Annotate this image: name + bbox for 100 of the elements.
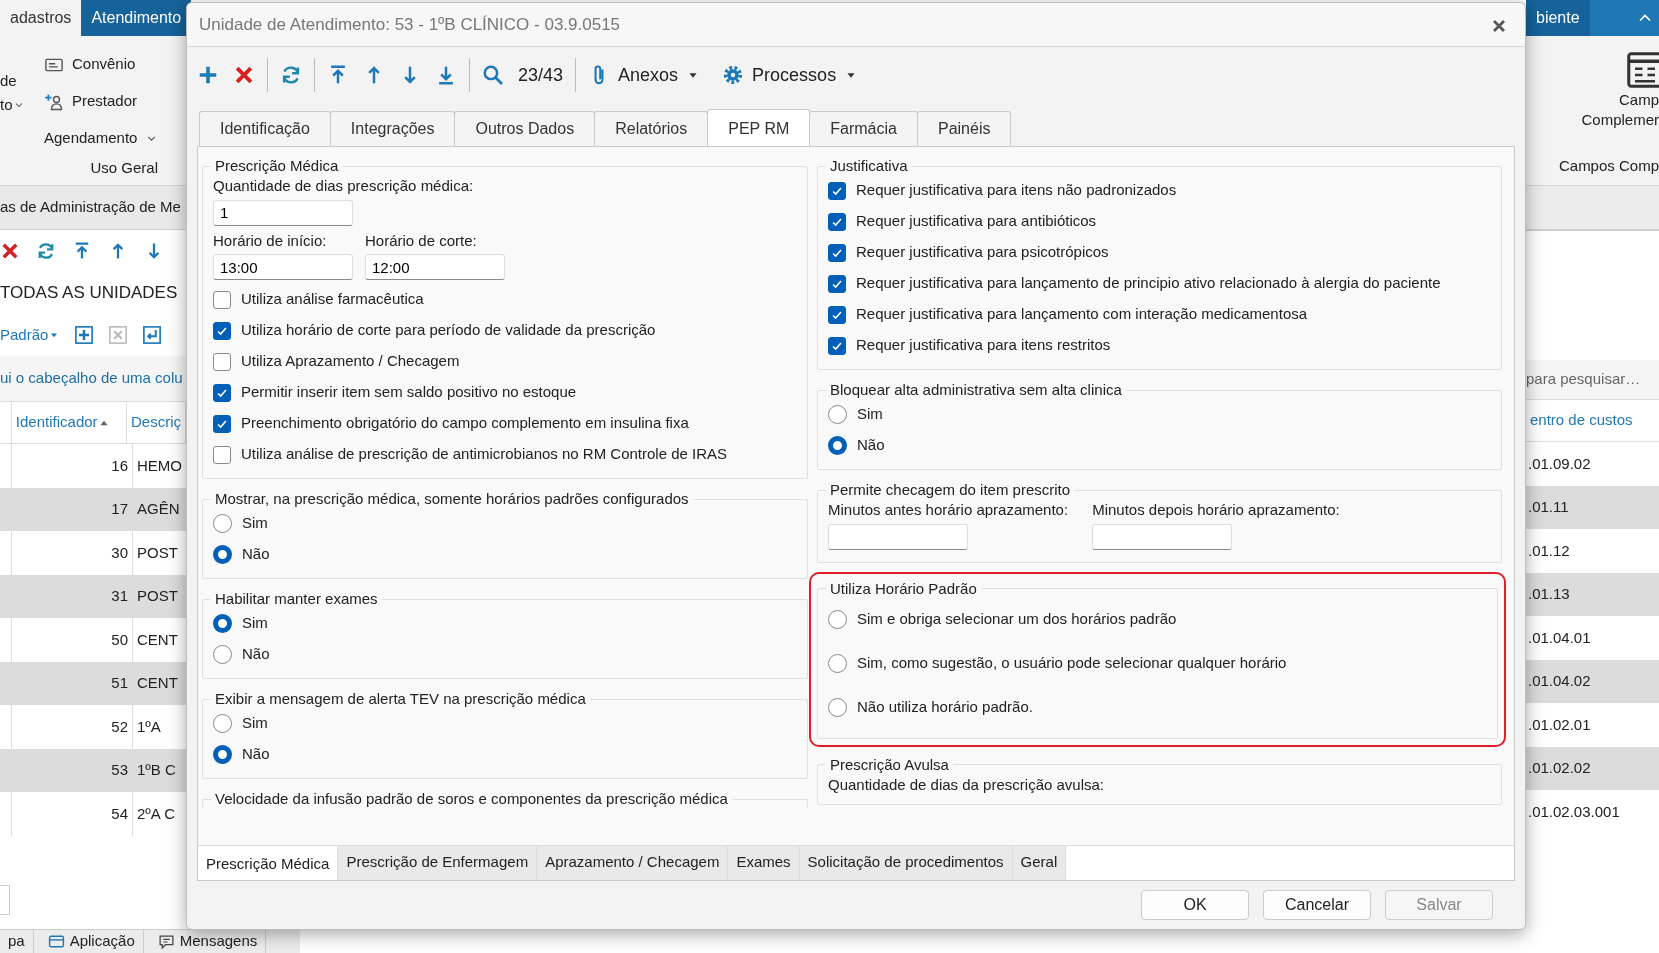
group-title: Exibir a mensagem de alerta TEV na prescrição médica [214, 690, 587, 708]
ribbon-button[interactable]: Agendamento [44, 127, 138, 150]
tab[interactable]: Exames [728, 845, 800, 880]
layout-menu[interactable]: Padrão [0, 323, 61, 347]
checkbox-label: Requer justificativa para psicotrópicos [856, 242, 1109, 263]
menu-button[interactable]: Processos [716, 57, 865, 93]
ribbon-tab[interactable]: biente [1526, 0, 1590, 36]
ribbon-tab[interactable]: Atendimento [81, 0, 192, 36]
table-cell-text: AGÊN [136, 499, 181, 519]
group-title: Permite checagem do item prescrito [829, 481, 1072, 499]
input-field[interactable] [828, 523, 968, 550]
checkbox[interactable] [828, 305, 846, 324]
group-title: Prescrição Avulsa [829, 755, 950, 774]
checkbox[interactable] [213, 414, 231, 433]
search-field[interactable]: para pesquisar… [1526, 360, 1659, 400]
checkbox[interactable] [213, 383, 231, 402]
menu-button[interactable]: Anexos [582, 57, 707, 93]
checkbox[interactable] [828, 243, 846, 262]
tab[interactable]: Aprazamento / Checagem [537, 845, 729, 880]
checkbox[interactable] [213, 445, 231, 464]
field-label: Minutos antes horário aprazamento: [828, 500, 1069, 520]
input-field[interactable]: 13:00 [213, 254, 353, 280]
export-icon[interactable] [142, 325, 163, 345]
table-cell: 54 [12, 792, 133, 836]
checkbox[interactable] [828, 336, 846, 355]
group-title: Prescrição Médica [214, 157, 340, 175]
ribbon-group-label: Uso Geral [90, 159, 158, 176]
input-field[interactable] [0, 885, 10, 915]
refresh-icon[interactable] [36, 241, 56, 261]
radio-button[interactable] [213, 514, 232, 533]
status-item[interactable]: pa [0, 930, 34, 953]
radio-button[interactable] [828, 654, 847, 673]
radio-button[interactable] [828, 405, 847, 424]
radio-button[interactable] [213, 545, 232, 564]
table-cell-text: .01.12 [1527, 540, 1571, 561]
cancel-button[interactable]: Cancelar [1263, 890, 1371, 920]
field-label: Minutos depois horário aprazamento: [1092, 500, 1340, 520]
ok-button[interactable]: OK [1141, 890, 1249, 920]
radio-button[interactable] [213, 714, 232, 733]
field-label: Horário de corte: [365, 230, 478, 251]
checkbox-label: Permitir inserir item sem saldo positivo no estoque [241, 382, 577, 403]
checkbox[interactable] [828, 181, 846, 200]
window-title: Unidade de Atendimento: 53 - 1ºB CLÍNICO - 03.9.0515 [199, 13, 621, 36]
field-label: Quantidade de dias prescrição médica: [213, 176, 474, 196]
window-icon [47, 933, 65, 950]
checkbox-label: Utiliza análise de prescrição de antimicrobianos no RM Controle de IRAS [241, 444, 728, 465]
add-row-icon[interactable] [74, 325, 95, 345]
checkbox[interactable] [828, 274, 846, 293]
radio-label: Sim [242, 713, 268, 734]
radio-button[interactable] [828, 610, 847, 629]
input-field[interactable] [1092, 523, 1233, 550]
group-by-hint: ui o cabeçalho de uma colu [0, 368, 183, 389]
table-cell: 52 [12, 705, 133, 749]
table-cell-text: CENT [136, 629, 179, 650]
tab[interactable]: PEP RM [707, 109, 811, 146]
ribbon-button[interactable]: Prestador [72, 90, 138, 113]
radio-button[interactable] [213, 645, 232, 664]
table-cell: 50 [12, 618, 133, 662]
radio-button[interactable] [213, 614, 232, 633]
field-label: Quantidade de dias da prescrição avulsa: [828, 774, 1105, 795]
table-cell-text: .01.04.01 [1527, 627, 1592, 648]
checkbox[interactable] [213, 321, 231, 340]
input-field[interactable]: 1 [213, 199, 353, 226]
table-cell-text: POST [136, 586, 179, 606]
ribbon-label: to [0, 94, 13, 115]
input-field[interactable]: 12:00 [365, 254, 505, 280]
tab[interactable]: Identificação [199, 111, 331, 146]
status-item[interactable]: Aplicação [39, 930, 144, 953]
radio-button[interactable] [828, 698, 847, 717]
checkbox-label: Requer justificativa para itens não padronizados [856, 180, 1177, 201]
table-cell-text: 1ºA [136, 716, 162, 737]
group-title: Utiliza Horário Padrão [829, 579, 978, 598]
checkbox[interactable] [213, 352, 231, 371]
checkbox[interactable] [213, 290, 231, 309]
column-header[interactable]: Identificador [11, 402, 127, 443]
table-cell: 31 [12, 574, 133, 618]
checkbox-label: Requer justificativa para antibióticos [856, 211, 1097, 232]
ribbon-button[interactable]: Camp Complemer [1526, 36, 1659, 129]
radio-button[interactable] [828, 436, 847, 455]
ribbon-button[interactable]: Convênio [72, 53, 136, 76]
message-icon [157, 933, 175, 950]
tab[interactable]: Prescrição de Enfermagem [338, 845, 538, 880]
radio-label: Não [857, 435, 885, 456]
table-cell-text: .01.04.02 [1527, 671, 1592, 691]
table-cell-text: 2ºA C [136, 803, 176, 824]
tab[interactable]: Solicitação de procedimentos [799, 845, 1013, 880]
column-header[interactable]: entro de custos [1526, 400, 1659, 441]
radio-label: Não [242, 544, 270, 565]
checkbox[interactable] [828, 212, 846, 231]
tab[interactable]: Geral [1012, 845, 1067, 880]
ribbon-label: de [0, 70, 17, 91]
radio-label: Não utiliza horário padrão. [857, 697, 1033, 718]
table-cell-text: .01.02.03.001 [1527, 801, 1621, 822]
table-cell-text: CENT [136, 673, 179, 693]
checkbox-label: Preenchimento obrigatório do campo complemento em insulina fixa [241, 413, 689, 434]
radio-button[interactable] [213, 745, 232, 764]
gear-icon [722, 64, 745, 86]
tab[interactable]: Painéis [916, 111, 1012, 146]
ribbon-tab[interactable]: adastros [0, 0, 82, 36]
delete-icon[interactable] [0, 241, 20, 261]
